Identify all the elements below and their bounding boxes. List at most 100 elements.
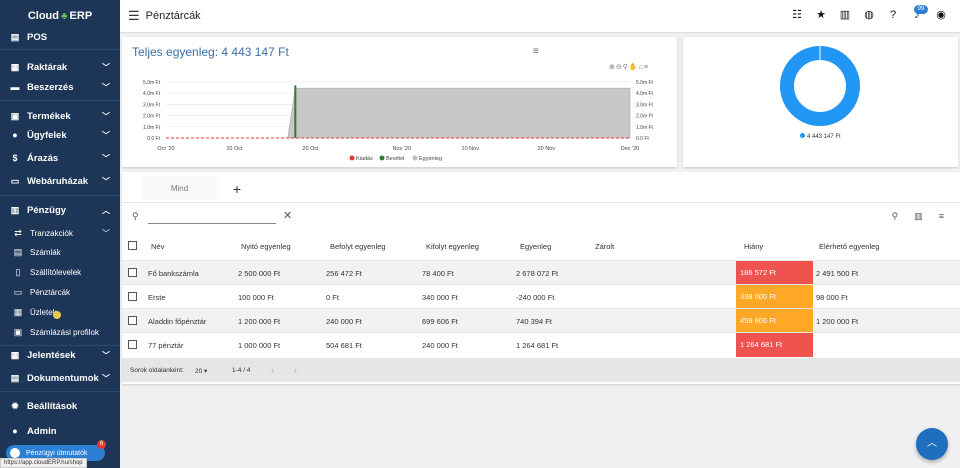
cell-available: 98 000 Ft: [816, 293, 848, 302]
cell-opening: 1 000 000 Ft: [238, 341, 281, 350]
sidebar-item-ugyfelek[interactable]: ● Ügyfelek ﹀: [0, 128, 120, 142]
table-row[interactable]: Erste 100 000 Ft 0 Ft 340 000 Ft -240 00…: [122, 284, 960, 309]
search-icon: ⚲: [132, 211, 139, 221]
table-row[interactable]: Fő bankszámla 2 500 000 Ft 256 472 Ft 78…: [122, 260, 960, 285]
rows-per-page-label: Sorok oldalanként:: [130, 367, 184, 374]
checklist-icon[interactable]: ☷: [790, 8, 804, 22]
sidebar-item-uzletek[interactable]: ▦ Üzletek: [0, 306, 120, 319]
col-in[interactable]: Befolyt egyenleg: [330, 242, 385, 251]
y-tick-label: 1.0m Ft: [143, 125, 161, 131]
sidebar-item-raktarak[interactable]: ▦ Raktárak ﹀: [0, 60, 120, 74]
sidebar-item-admin[interactable]: ● Admin: [0, 424, 120, 438]
row-checkbox[interactable]: [128, 340, 137, 349]
prev-page-icon[interactable]: ‹: [271, 365, 274, 375]
page-title: Pénztárcák: [145, 10, 201, 22]
y-tick-label-right: 0.0 Ft: [636, 136, 649, 142]
sidebar-item-label: Termékek: [27, 110, 71, 122]
top-bar: ☰ Pénztárcák ☷ ★ ▥ ◍ ? ♪ ◉: [120, 0, 960, 33]
star-icon[interactable]: ★: [814, 8, 828, 22]
clear-icon[interactable]: ✕: [283, 209, 292, 222]
x-tick-label: 20 Oct: [302, 146, 319, 152]
sidebar-item-label: Pénzügy: [27, 204, 67, 216]
next-page-icon[interactable]: ›: [294, 365, 297, 375]
col-available[interactable]: Elérhető egyenleg: [819, 242, 879, 251]
legend-label: Egyenleg: [419, 156, 442, 162]
chevron-up-icon: ︿: [927, 438, 937, 449]
select-all-checkbox[interactable]: [128, 241, 137, 250]
y-tick-label-right: 5.0m Ft: [636, 80, 654, 86]
sidebar-item-szamlak[interactable]: ▤ Számlák: [0, 246, 120, 258]
sidebar-item-szallitolevelek[interactable]: ▯ Szállítólevelek: [0, 266, 120, 278]
sidebar-item-beallitasok[interactable]: ✹ Beállítások: [0, 399, 120, 413]
cell-name: Erste: [148, 293, 166, 302]
hamburger-menu-icon[interactable]: ☰: [128, 8, 140, 24]
table-row[interactable]: Aladdin főpénztár 1 200 000 Ft 240 000 F…: [122, 308, 960, 333]
cell-in: 0 Ft: [326, 293, 339, 302]
table-row[interactable]: 77 pénztár 1 000 000 Ft 504 681 Ft 240 0…: [122, 332, 960, 357]
columns-icon[interactable]: ▥: [914, 211, 923, 222]
sidebar: Cloud ♣ ERP ▤ POS ▦ Raktárak ﹀ ▬ Beszerz…: [0, 0, 120, 468]
rows-per-page-select[interactable]: 20 ▾: [195, 367, 207, 375]
scroll-top-button[interactable]: ︿: [916, 428, 948, 460]
legend-dot: [412, 155, 418, 161]
sidebar-item-penzugy[interactable]: ▥ Pénzügy ︿: [0, 203, 120, 217]
cell-out: 78 400 Ft: [422, 269, 454, 278]
col-out[interactable]: Kifolyt egyenleg: [426, 242, 479, 251]
chevron-down-icon: ﹀: [102, 228, 110, 238]
sidebar-item-beszerzes[interactable]: ▬ Beszerzés ﹀: [0, 80, 120, 94]
cell-out: 340 000 Ft: [422, 293, 458, 302]
tab-all[interactable]: Mind: [142, 176, 217, 202]
balance-chart: 0.0 Ft 0.0 Ft 1.0m Ft 1.0m Ft 2.0m Ft 2.0m Ft…: [143, 80, 654, 162]
account-icon[interactable]: ◉: [934, 8, 948, 22]
donut-ring: [780, 46, 860, 126]
truck-icon: ▬: [10, 82, 20, 92]
cell-name: Aladdin főpénztár: [148, 317, 207, 326]
app-logo[interactable]: Cloud ♣ ERP: [0, 0, 120, 32]
status-url: https://app.cloudERP.hu/shop: [0, 458, 87, 468]
sidebar-item-arazas[interactable]: $ Árazás ﹀: [0, 151, 120, 165]
cell-in: 504 681 Ft: [326, 341, 362, 350]
sidebar-item-label: Számlák: [30, 247, 61, 257]
cell-name: Fő bankszámla: [148, 269, 199, 278]
col-deficit[interactable]: Hiány: [744, 242, 763, 251]
sidebar-item-webaruhazak[interactable]: ▭ Webáruházak ﹀: [0, 174, 120, 188]
chevron-down-icon: ﹀: [102, 350, 110, 360]
col-name[interactable]: Név: [151, 242, 164, 251]
filter-icon[interactable]: ≡: [939, 211, 944, 222]
sidebar-item-pos[interactable]: ▤ POS: [0, 30, 120, 44]
cursor-hand-icon: [52, 311, 61, 319]
cell-deficit: 186 572 Ft: [736, 261, 813, 285]
cell-out: 699 606 Ft: [422, 317, 458, 326]
search-icon[interactable]: ⚲: [892, 211, 899, 222]
sidebar-item-label: Számlázási profilok: [30, 327, 99, 337]
sidebar-item-jelentesek[interactable]: ▦ Jelentések ﹀: [0, 348, 120, 362]
cell-deficit: 338 000 Ft: [736, 285, 813, 309]
col-balance[interactable]: Egyenleg: [520, 242, 551, 251]
sidebar-item-termekek[interactable]: ▣ Termékek ﹀: [0, 109, 120, 123]
col-locked[interactable]: Zárolt: [595, 242, 614, 251]
shop-icon: ▦: [13, 306, 23, 317]
sidebar-item-dokumentumok[interactable]: ▤ Dokumentumok ﹀: [0, 371, 120, 385]
row-checkbox[interactable]: [128, 316, 137, 325]
admin-icon: ●: [12, 426, 18, 436]
sidebar-item-label: Beszerzés: [27, 81, 74, 93]
search-input[interactable]: [148, 211, 276, 224]
sidebar-item-tranzakciok[interactable]: ⇄ Tranzakciók ﹀: [0, 227, 120, 239]
row-checkbox[interactable]: [128, 292, 137, 301]
chevron-down-icon: ﹀: [102, 176, 110, 186]
sidebar-item-szamlazasi-profilok[interactable]: ▣ Számlázási profilok: [0, 326, 120, 338]
sidebar-item-penztarcak[interactable]: ▭ Pénztárcák: [0, 286, 120, 298]
add-tab-button[interactable]: +: [217, 176, 257, 202]
building-icon[interactable]: ▥: [838, 8, 852, 22]
row-checkbox[interactable]: [128, 268, 137, 277]
sidebar-divider: [0, 100, 120, 101]
rows-per-page-value: 20: [195, 368, 203, 375]
y-tick-label: 0.0 Ft: [147, 136, 160, 142]
col-opening[interactable]: Nyitó egyenleg: [241, 242, 291, 251]
help-icon[interactable]: ?: [886, 8, 900, 22]
globe-icon[interactable]: ◍: [862, 8, 876, 22]
legend-label: Bevétel: [386, 156, 404, 162]
table-tools: ⚲ ▥ ≡: [892, 211, 944, 222]
sidebar-item-label: Webáruházak: [27, 175, 89, 187]
cell-deficit: 459 606 Ft: [736, 309, 813, 333]
